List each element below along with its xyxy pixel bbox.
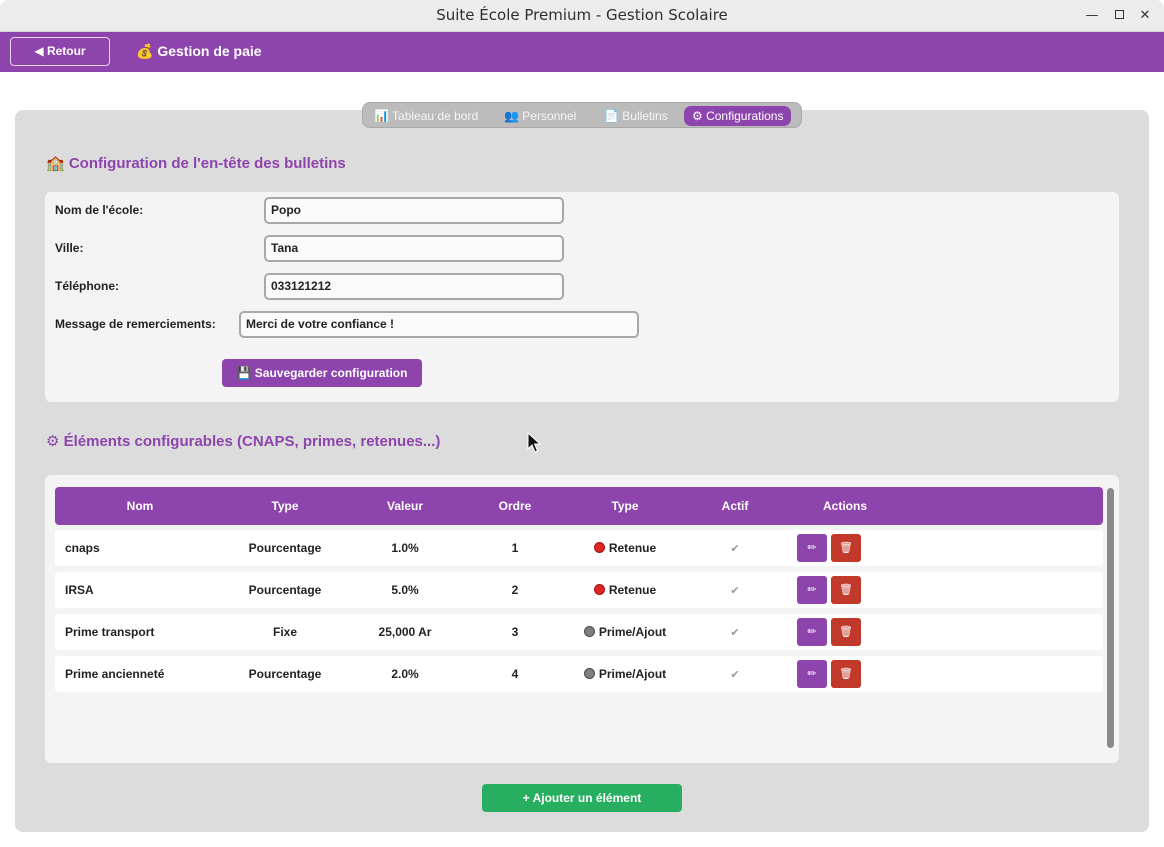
cell-name: IRSA: [65, 583, 94, 597]
grey-circle-icon: [583, 626, 595, 638]
table-header: Nom Type Valeur Ordre Type Actif Actions: [55, 487, 1103, 525]
trash-icon: 🗑: [839, 583, 853, 596]
table-row: IRSA Pourcentage 5.0% 2 Retenue ✔ ✏ 🗑: [55, 572, 1103, 608]
category-label: Retenue: [608, 541, 657, 555]
tab-configurations[interactable]: ⚙ Configurations: [684, 106, 792, 126]
pencil-icon: ✏: [807, 667, 817, 680]
category-label: Prime/Ajout: [598, 625, 667, 639]
category-label: Retenue: [608, 583, 657, 597]
app-header: ◀ Retour 💰 Gestion de paie: [0, 32, 1164, 72]
close-icon: ✕: [1139, 8, 1151, 23]
cell-name: cnaps: [65, 541, 100, 555]
minimize-button[interactable]: —: [1083, 7, 1101, 25]
cell-category: Prime/Ajout: [565, 656, 685, 692]
checkmark-icon: ✔: [730, 584, 740, 597]
pencil-icon: ✏: [807, 625, 817, 638]
tab-bulletins[interactable]: 📄 Bulletins: [596, 106, 676, 126]
table-row: Prime ancienneté Pourcentage 2.0% 4 Prim…: [55, 656, 1103, 692]
pencil-icon: ✏: [807, 583, 817, 596]
cell-type: Pourcentage: [248, 583, 322, 597]
window-titlebar: Suite École Premium - Gestion Scolaire —…: [0, 0, 1164, 32]
header-config-title: 🏫 Configuration de l'en-tête des bulleti…: [46, 155, 346, 172]
cell-active: ✔: [685, 530, 785, 567]
cell-active: ✔: [685, 656, 785, 693]
cell-value: 1.0%: [391, 541, 419, 555]
trash-icon: 🗑: [839, 667, 853, 680]
red-circle-icon: [593, 584, 605, 596]
cell-type: Pourcentage: [248, 541, 322, 555]
maximize-icon: [1114, 9, 1124, 19]
column-header-value: Valeur: [386, 499, 424, 513]
edit-button[interactable]: ✏: [797, 534, 827, 562]
mouse-cursor-icon: [527, 432, 542, 453]
cell-order: 1: [511, 541, 519, 555]
delete-button[interactable]: 🗑: [831, 576, 861, 604]
pencil-icon: ✏: [807, 541, 817, 554]
cell-type: Fixe: [272, 625, 297, 639]
cell-name: Prime transport: [65, 625, 155, 639]
school-name-label: Nom de l'école:: [55, 203, 144, 217]
cell-value: 2.0%: [391, 667, 419, 681]
phone-input[interactable]: 033121212: [264, 273, 564, 300]
edit-button[interactable]: ✏: [797, 660, 827, 688]
column-header-order: Ordre: [498, 499, 532, 513]
red-circle-icon: [593, 542, 605, 554]
edit-button[interactable]: ✏: [797, 618, 827, 646]
column-header-type: Type: [271, 499, 299, 513]
column-header-actions: Actions: [822, 499, 867, 513]
window-title: Suite École Premium - Gestion Scolaire: [436, 6, 728, 24]
close-button[interactable]: ✕: [1136, 7, 1154, 25]
checkmark-icon: ✔: [730, 542, 740, 555]
trash-icon: 🗑: [839, 625, 853, 638]
back-button[interactable]: ◀ Retour: [10, 37, 110, 66]
thanks-message-label: Message de remerciements:: [55, 317, 216, 331]
column-header-active: Actif: [721, 499, 749, 513]
cell-active: ✔: [685, 572, 785, 609]
header-config-card: [45, 192, 1119, 402]
save-config-button[interactable]: 💾 Sauvegarder configuration: [222, 359, 422, 387]
thanks-message-input[interactable]: Merci de votre confiance !: [239, 311, 639, 338]
delete-button[interactable]: 🗑: [831, 618, 861, 646]
table-row: Prime transport Fixe 25,000 Ar 3 Prime/A…: [55, 614, 1103, 650]
checkmark-icon: ✔: [730, 668, 740, 681]
add-element-button[interactable]: + Ajouter un élément: [482, 784, 682, 812]
column-header-category: Type: [611, 499, 639, 513]
city-input[interactable]: Tana: [264, 235, 564, 262]
city-label: Ville:: [55, 241, 84, 255]
cell-order: 4: [511, 667, 519, 681]
cell-order: 2: [511, 583, 519, 597]
tab-dashboard[interactable]: 📊 Tableau de bord: [366, 106, 486, 126]
cell-category: Prime/Ajout: [565, 614, 685, 650]
table-scrollbar[interactable]: [1107, 488, 1114, 748]
tab-bar: 📊 Tableau de bord 👥 Personnel 📄 Bulletin…: [362, 102, 802, 128]
phone-label: Téléphone:: [55, 279, 120, 293]
table-row: cnaps Pourcentage 1.0% 1 Retenue ✔ ✏ 🗑: [55, 530, 1103, 566]
page-title: 💰 Gestion de paie: [136, 43, 262, 59]
column-header-name: Nom: [126, 499, 154, 513]
cell-category: Retenue: [565, 530, 685, 566]
cell-category: Retenue: [565, 572, 685, 608]
elements-title: ⚙ Éléments configurables (CNAPS, primes,…: [46, 433, 441, 450]
cell-order: 3: [511, 625, 519, 639]
tab-personnel[interactable]: 👥 Personnel: [496, 106, 584, 126]
grey-circle-icon: [583, 668, 595, 680]
cell-value: 25,000 Ar: [378, 625, 432, 639]
cell-value: 5.0%: [391, 583, 419, 597]
delete-button[interactable]: 🗑: [831, 534, 861, 562]
category-label: Prime/Ajout: [598, 667, 667, 681]
cell-name: Prime ancienneté: [65, 667, 165, 681]
maximize-button[interactable]: [1110, 7, 1128, 25]
delete-button[interactable]: 🗑: [831, 660, 861, 688]
checkmark-icon: ✔: [730, 626, 740, 639]
cell-active: ✔: [685, 614, 785, 651]
trash-icon: 🗑: [839, 541, 853, 554]
cell-type: Pourcentage: [248, 667, 322, 681]
edit-button[interactable]: ✏: [797, 576, 827, 604]
minimize-icon: —: [1085, 8, 1099, 23]
school-name-input[interactable]: Popo: [264, 197, 564, 224]
